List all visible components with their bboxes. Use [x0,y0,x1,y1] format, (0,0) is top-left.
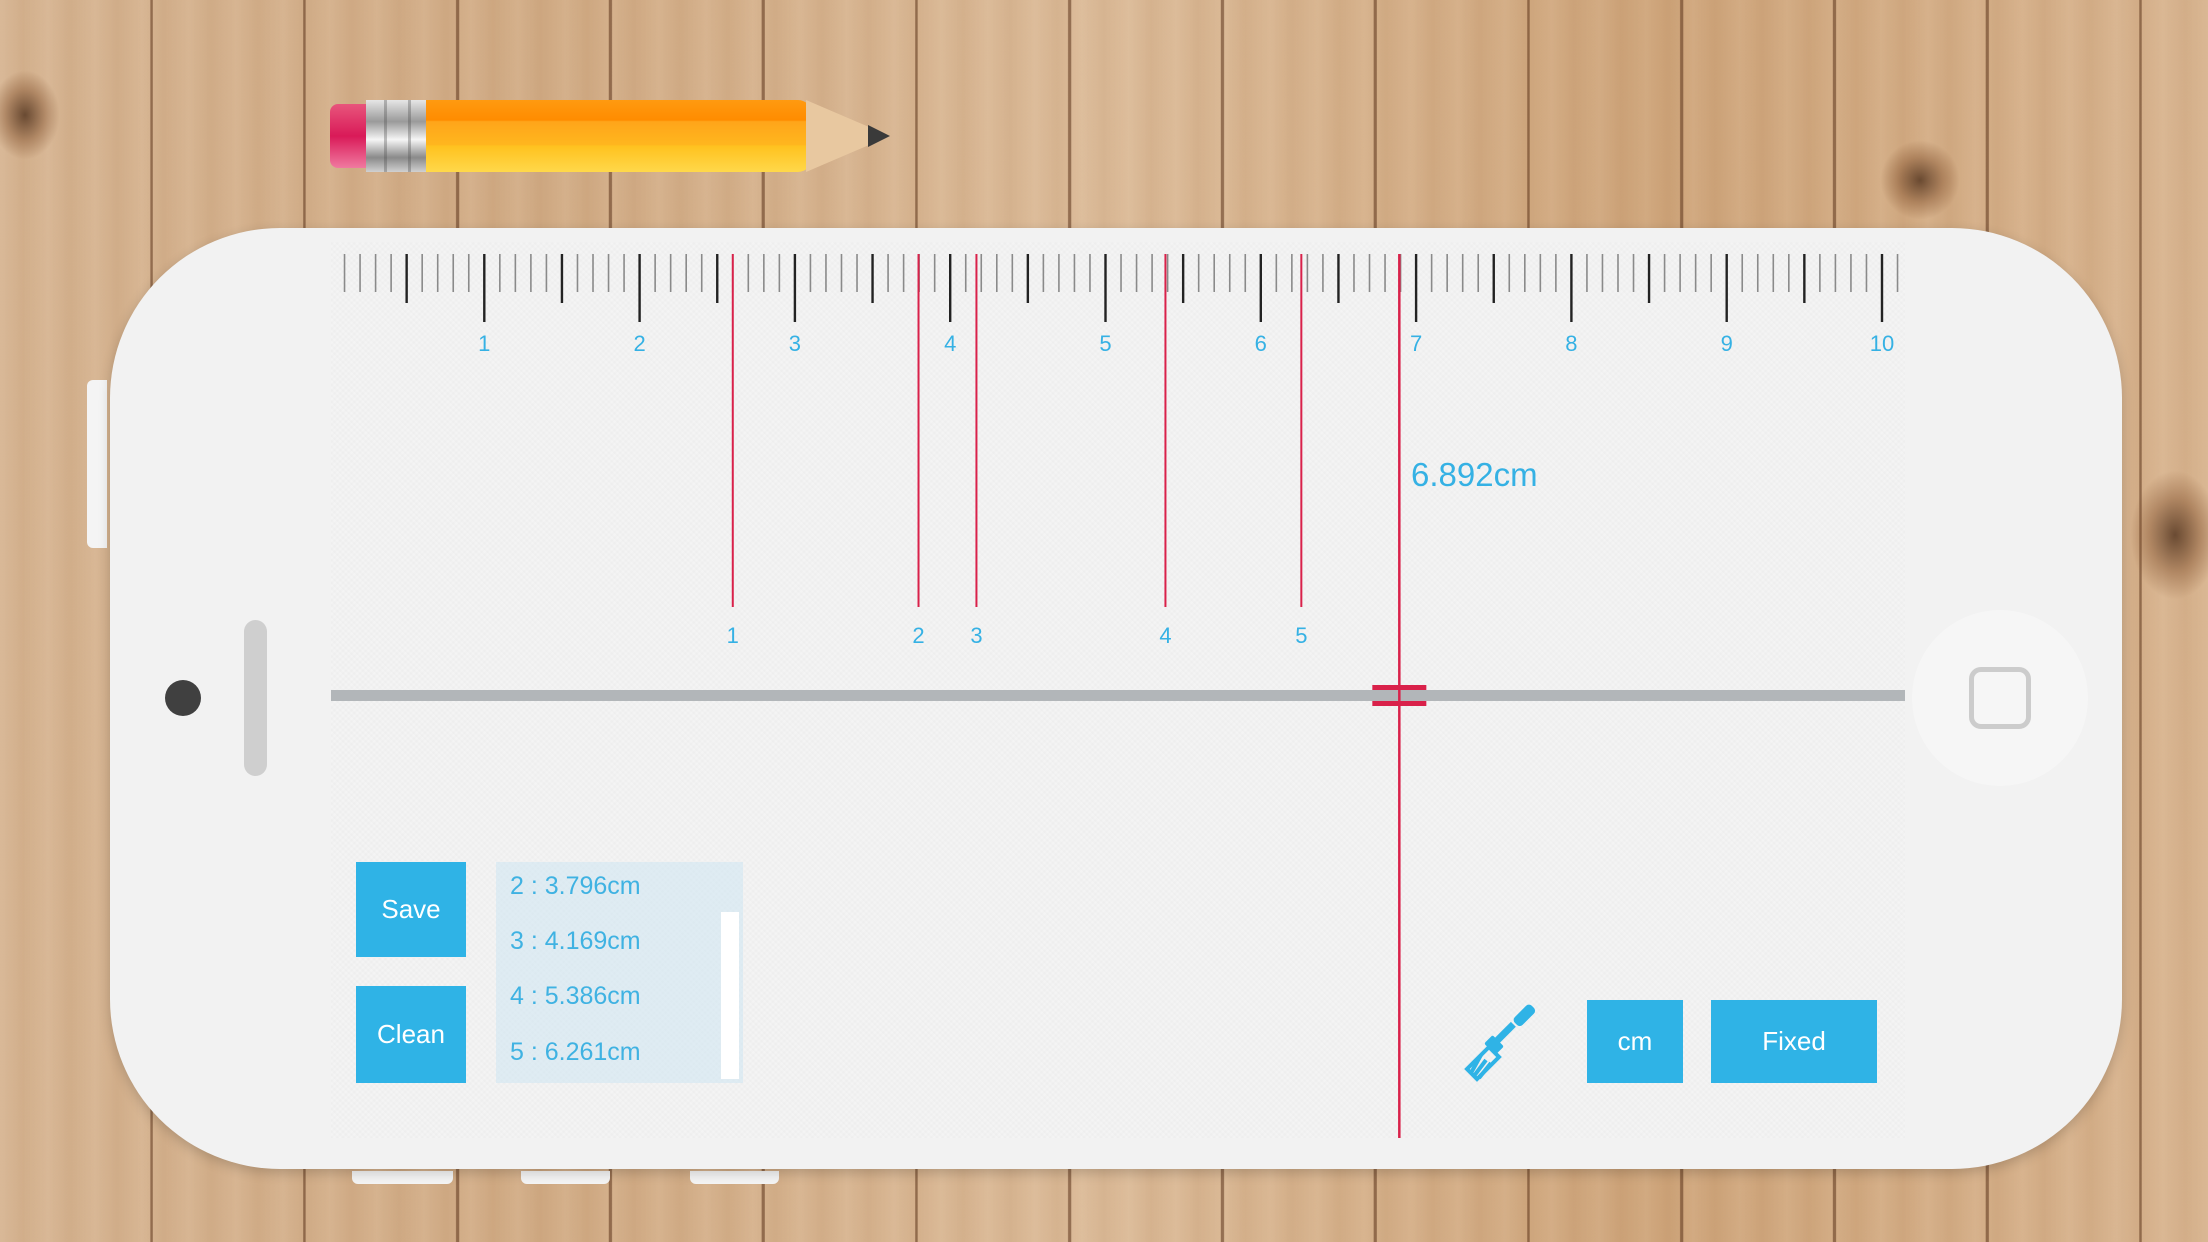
pencil-ferrule [366,100,428,172]
cursor-bar-bottom[interactable] [1372,701,1427,706]
tick-label: 4 [944,331,956,356]
home-button[interactable] [1912,610,2088,786]
saved-measurements-list[interactable]: 2 : 3.796cm 3 : 4.169cm 4 : 5.386cm 5 : … [496,862,743,1083]
pencil-eraser [330,104,368,168]
screwdriver-icon[interactable] [1459,999,1547,1087]
marker-label: 3 [970,623,982,648]
tick-label: 1 [478,331,490,356]
tick-label: 9 [1721,331,1733,356]
marker-labels: 1 2 3 4 5 [727,623,1308,648]
pencil-body [426,100,812,172]
tick-label: 2 [633,331,645,356]
marker-label: 4 [1159,623,1171,648]
list-item[interactable]: 5 : 6.261cm [510,1038,641,1067]
wood-knot [1880,140,1960,220]
pencil-lead [868,125,890,147]
list-item[interactable]: 4 : 5.386cm [510,982,641,1011]
phone-side-button [87,380,107,548]
clean-button[interactable]: Clean [356,986,466,1083]
tick-label: 6 [1255,331,1267,356]
list-item[interactable]: 2 : 3.796cm [510,872,641,901]
home-button-icon [1969,667,2031,729]
tick-label: 5 [1099,331,1111,356]
wood-knot [0,70,60,160]
pencil-icon [330,100,890,172]
marker-lines [731,254,1303,607]
marker-label: 5 [1295,623,1307,648]
phone-bottom-button [521,1171,610,1184]
tick-label: 10 [1870,331,1894,356]
measurement-readout: 6.892cm [1411,456,1538,493]
tick-label: 7 [1410,331,1422,356]
unit-button[interactable]: cm [1587,1000,1683,1083]
ruler-ticks [343,254,1899,322]
speaker-icon [244,620,267,776]
tick-label: 8 [1565,331,1577,356]
slider-track[interactable] [331,690,1905,701]
camera-icon [165,680,201,716]
ruler-tick-labels: 1 2 3 4 5 6 7 8 9 10 [478,331,1894,356]
phone-bottom-button [352,1171,453,1184]
tick-label: 3 [789,331,801,356]
cursor-bar-top[interactable] [1372,685,1427,690]
wood-knot [2130,470,2208,600]
list-scrollbar[interactable] [721,912,739,1079]
phone-bottom-button [690,1171,779,1184]
marker-label: 1 [727,623,739,648]
save-button[interactable]: Save [356,862,466,957]
marker-label: 2 [912,623,924,648]
ruler-screen[interactable]: 1 2 3 4 5 6 7 8 9 10 1 2 3 4 5 6.892cm Save Clean 2 :… [331,242,1905,1138]
mode-button[interactable]: Fixed [1711,1000,1877,1083]
list-item[interactable]: 3 : 4.169cm [510,927,641,956]
